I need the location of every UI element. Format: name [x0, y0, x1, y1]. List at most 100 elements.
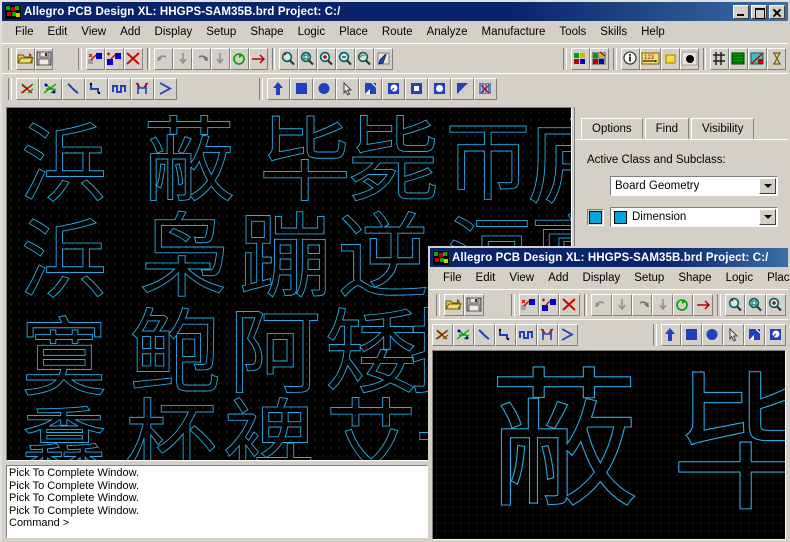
constraint-icon[interactable] — [767, 47, 786, 70]
minimize-button[interactable] — [733, 4, 749, 19]
arrow-line-icon[interactable] — [557, 323, 579, 346]
menu2-edit[interactable]: Edit — [469, 270, 503, 286]
menu2-place[interactable]: Place — [760, 270, 790, 286]
zoom-window-icon[interactable] — [298, 47, 318, 70]
refresh-icon[interactable] — [672, 293, 694, 316]
menu2-logic[interactable]: Logic — [719, 270, 761, 286]
undo-icon[interactable] — [591, 293, 612, 316]
redo-icon[interactable] — [192, 47, 212, 70]
menu2-file[interactable]: File — [436, 270, 469, 286]
tab-options[interactable]: Options — [581, 118, 643, 139]
save-disk-icon[interactable] — [464, 293, 485, 316]
close-button[interactable] — [769, 4, 785, 19]
redo-icon[interactable] — [632, 293, 653, 316]
menu-place[interactable]: Place — [332, 24, 375, 40]
menu-logic[interactable]: Logic — [291, 24, 333, 40]
copy-net-icon[interactable] — [104, 47, 124, 70]
arrow-line-icon[interactable] — [154, 77, 177, 100]
shape-edit-icon[interactable] — [359, 77, 382, 100]
connect-icon[interactable] — [693, 293, 714, 316]
unroute-net-icon[interactable] — [432, 323, 453, 346]
shape-fill-icon[interactable] — [451, 77, 474, 100]
move-icon[interactable] — [267, 77, 290, 100]
menu-add[interactable]: Add — [113, 24, 147, 40]
display-options-icon[interactable] — [748, 47, 768, 70]
right-angle-line-icon[interactable] — [85, 77, 108, 100]
menu2-display[interactable]: Display — [576, 270, 628, 286]
shape-add-icon[interactable] — [382, 77, 405, 100]
command-prompt[interactable]: Command > — [9, 517, 425, 530]
pan-icon[interactable] — [374, 47, 394, 70]
copy-net-icon[interactable] — [539, 293, 560, 316]
connect-icon[interactable] — [248, 47, 268, 70]
undo-icon[interactable] — [154, 47, 174, 70]
circle-shape-icon[interactable] — [702, 323, 724, 346]
menu-route[interactable]: Route — [375, 24, 420, 40]
zoom-fit-icon[interactable] — [279, 47, 299, 70]
line-segment-icon[interactable] — [473, 323, 495, 346]
zoom-in-icon[interactable] — [317, 47, 337, 70]
open-folder-icon[interactable] — [443, 293, 465, 316]
route-net-icon[interactable] — [39, 77, 62, 100]
menu-setup[interactable]: Setup — [199, 24, 243, 40]
subclass-select[interactable]: Dimension — [610, 207, 778, 227]
zoom-in-icon[interactable] — [765, 293, 787, 316]
main-window-titlebar[interactable]: Allegro PCB Design XL: HHGPS-SAM35B.brd … — [2, 2, 788, 21]
chevron-down-icon[interactable] — [759, 178, 776, 194]
color-visibility-icon[interactable] — [590, 47, 610, 70]
chevron-down-icon[interactable] — [759, 209, 776, 225]
route-net-icon[interactable] — [452, 323, 474, 346]
menu2-view[interactable]: View — [502, 270, 541, 286]
unroute-net-icon[interactable] — [16, 77, 39, 100]
zoom-window-icon[interactable] — [745, 293, 766, 316]
cut-net-icon[interactable] — [85, 47, 105, 70]
open-folder-icon[interactable] — [15, 47, 35, 70]
shape-void-icon[interactable] — [428, 77, 451, 100]
color-palette-icon[interactable] — [571, 47, 591, 70]
measure-icon[interactable]: 123 — [639, 47, 661, 70]
delete-net-icon[interactable] — [123, 47, 143, 70]
move-icon[interactable] — [660, 323, 682, 346]
redo-step-icon[interactable] — [652, 293, 673, 316]
menu-edit[interactable]: Edit — [41, 24, 75, 40]
menu-display[interactable]: Display — [148, 24, 200, 40]
command-console[interactable]: Pick To Complete Window. Pick To Complet… — [6, 465, 428, 538]
tab-find[interactable]: Find — [644, 118, 690, 139]
fanout-icon[interactable] — [131, 77, 154, 100]
grid-toggle-icon[interactable] — [710, 47, 730, 70]
redo-step-icon[interactable] — [211, 47, 230, 70]
highlight-icon[interactable] — [660, 47, 680, 70]
save-disk-icon[interactable] — [34, 47, 54, 70]
layers-icon[interactable] — [729, 47, 749, 70]
menu-shape[interactable]: Shape — [243, 24, 290, 40]
zoom-previous-icon[interactable] — [355, 47, 375, 70]
menu-tools[interactable]: Tools — [552, 24, 593, 40]
second-cad-canvas[interactable]: 蔽 毕 — [432, 350, 786, 540]
maximize-button[interactable] — [751, 4, 767, 19]
class-select[interactable]: Board Geometry — [610, 176, 778, 196]
zoom-fit-icon[interactable] — [725, 293, 746, 316]
delete-net-icon[interactable] — [559, 293, 580, 316]
second-window-titlebar[interactable]: Allegro PCB Design XL: HHGPS-SAM35B.brd … — [430, 248, 788, 267]
info-icon[interactable] — [620, 47, 640, 70]
circle-shape-icon[interactable] — [313, 77, 336, 100]
rectangle-shape-icon[interactable] — [681, 323, 703, 346]
menu-help[interactable]: Help — [634, 24, 672, 40]
menu-file[interactable]: File — [8, 24, 41, 40]
menu2-setup[interactable]: Setup — [627, 270, 671, 286]
undo-step-icon[interactable] — [173, 47, 193, 70]
menu2-add[interactable]: Add — [541, 270, 575, 286]
undo-step-icon[interactable] — [611, 293, 633, 316]
square-wave-line-icon[interactable] — [515, 323, 537, 346]
tab-visibility[interactable]: Visibility — [691, 118, 755, 139]
right-angle-line-icon[interactable] — [494, 323, 516, 346]
dehighlight-icon[interactable] — [679, 47, 699, 70]
rectangle-shape-icon[interactable] — [290, 77, 313, 100]
subclass-color-button[interactable] — [587, 208, 604, 226]
refresh-icon[interactable] — [229, 47, 249, 70]
shape-delete-icon[interactable] — [405, 77, 428, 100]
menu2-shape[interactable]: Shape — [671, 270, 718, 286]
line-segment-icon[interactable] — [62, 77, 85, 100]
shape-add-icon[interactable] — [765, 323, 787, 346]
select-arrow-icon[interactable] — [723, 323, 745, 346]
